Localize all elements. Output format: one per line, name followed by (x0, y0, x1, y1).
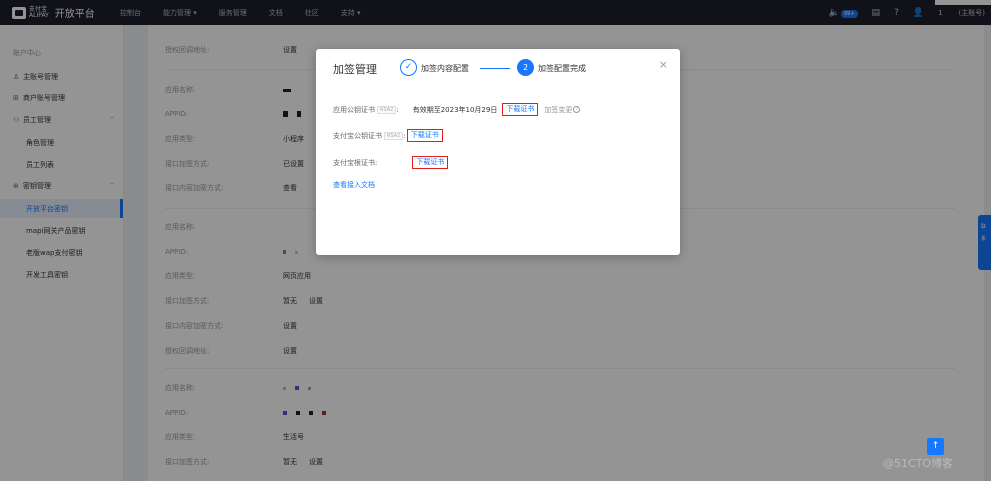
modal-title: 加签管理 (333, 63, 377, 76)
check-icon: ✓ (400, 59, 417, 76)
watermark: @51CTO博客 (883, 457, 954, 470)
rsa2-tag: RSA2 (384, 131, 404, 140)
close-icon[interactable]: × (659, 58, 668, 71)
question-icon[interactable]: ? (573, 106, 581, 113)
step-2-number: 2 (517, 59, 534, 76)
alipay-public-cert-row: 支付宝公钥证书 RSA2 : 下载证书 (333, 129, 443, 142)
rsa2-tag: RSA2 (377, 105, 397, 114)
alipay-root-cert-row: 支付宝根证书: 下载证书 (333, 156, 449, 169)
app-public-cert-row: 应用公钥证书 RSA2 : 有效期至2023年10月29日 下载证书 加签变更 … (333, 103, 581, 116)
view-docs-link[interactable]: 查看接入文档 (333, 178, 375, 191)
step-2-label: 加签配置完成 (538, 64, 586, 73)
back-to-top-button[interactable]: ↑ (927, 438, 944, 455)
sign-change-link[interactable]: 加签变更 (544, 105, 572, 115)
download-cert-button[interactable]: 下载证书 (502, 103, 539, 116)
step-1-label: 加签内容配置 (421, 64, 469, 73)
step-connector (480, 68, 510, 69)
download-cert-button[interactable]: 下载证书 (406, 129, 443, 142)
download-cert-button[interactable]: 下载证书 (412, 156, 449, 169)
sign-management-modal: 加签管理 ✓ 加签内容配置 2 加签配置完成 × 应用公钥证书 RSA2 : 有… (316, 49, 680, 255)
cert-valid-text: 有效期至2023年10月29日 (412, 105, 498, 114)
